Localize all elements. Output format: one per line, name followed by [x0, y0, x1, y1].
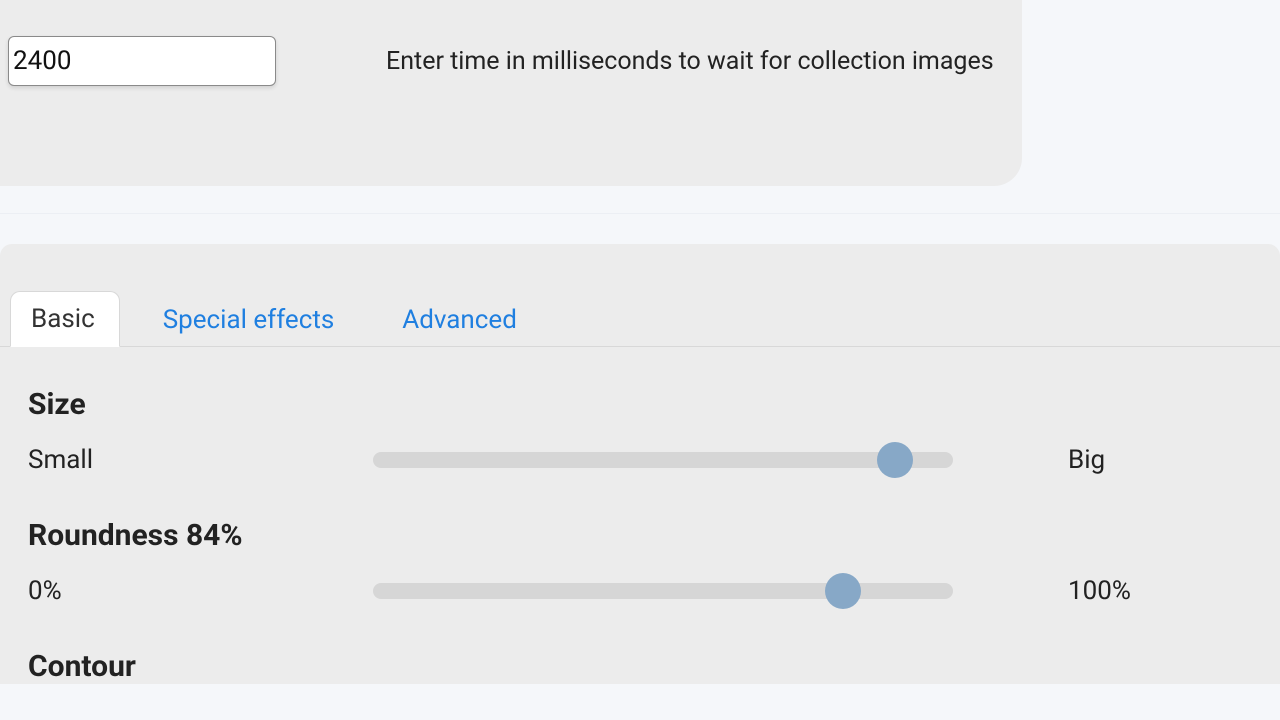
size-slider-wrap	[373, 442, 953, 478]
roundness-slider[interactable]	[373, 573, 953, 609]
tabs: Basic Special effects Advanced	[0, 244, 1280, 347]
roundness-slider-track	[373, 583, 953, 599]
roundness-row: 0% 100%	[28, 573, 1252, 609]
size-slider-track	[373, 452, 953, 468]
size-label-min: Small	[28, 445, 373, 475]
contour-title: Contour	[28, 649, 1252, 684]
roundness-label-min: 0%	[28, 576, 373, 606]
wait-time-row: Enter time in milliseconds to wait for c…	[8, 0, 1002, 86]
size-slider-thumb[interactable]	[877, 442, 913, 478]
tab-advanced[interactable]: Advanced	[381, 292, 542, 347]
size-title: Size	[28, 387, 1252, 422]
section-divider	[0, 186, 1280, 214]
tab-special-effects[interactable]: Special effects	[142, 292, 360, 347]
size-slider[interactable]	[373, 442, 953, 478]
roundness-slider-wrap	[373, 573, 953, 609]
roundness-label-max: 100%	[1068, 576, 1131, 606]
tab-content-basic: Size Small Big Roundness 84% 0% 100%	[0, 347, 1280, 684]
wait-time-helper: Enter time in milliseconds to wait for c…	[386, 47, 994, 76]
size-label-max: Big	[1068, 445, 1105, 475]
wait-time-card: Enter time in milliseconds to wait for c…	[0, 0, 1022, 186]
roundness-title: Roundness 84%	[28, 518, 1252, 553]
roundness-slider-thumb[interactable]	[825, 573, 861, 609]
size-row: Small Big	[28, 442, 1252, 478]
appearance-panel: Basic Special effects Advanced Size Smal…	[0, 244, 1280, 684]
wait-time-input[interactable]	[8, 36, 276, 86]
tab-basic[interactable]: Basic	[10, 291, 120, 347]
